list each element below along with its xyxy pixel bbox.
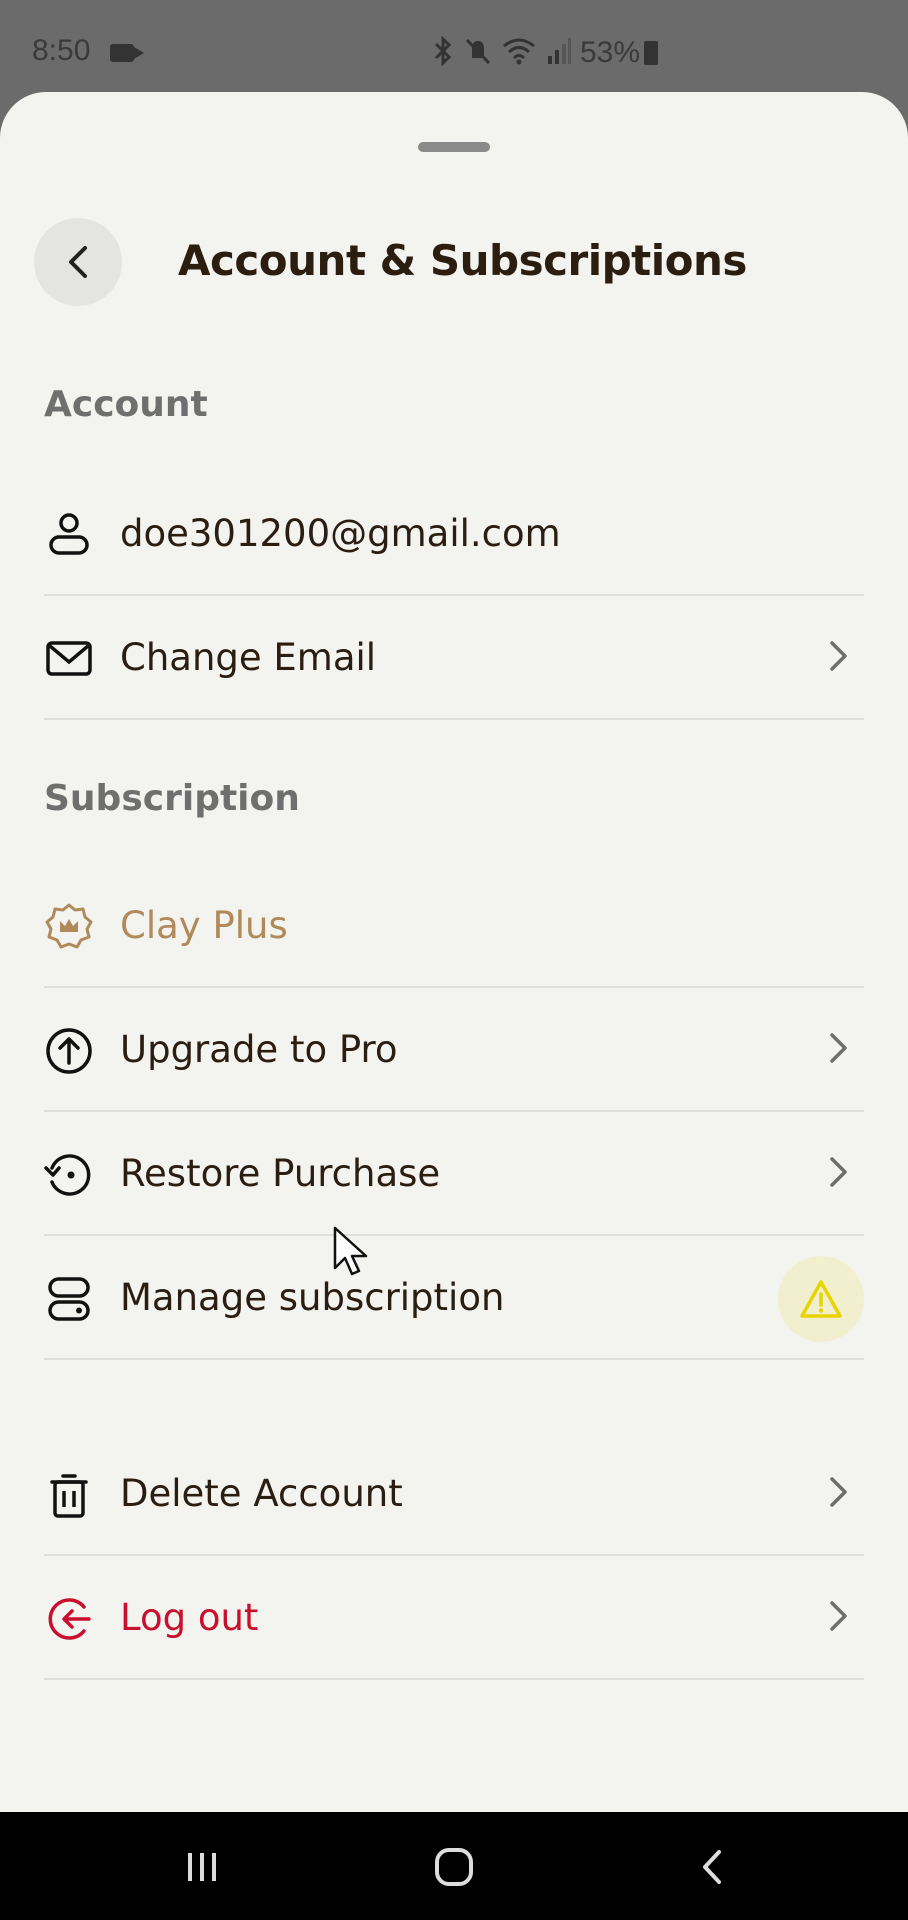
section-title-subscription: Subscription xyxy=(44,778,300,819)
page-title: Account & Subscriptions xyxy=(178,236,747,285)
manage-subscription-row[interactable]: Manage subscription xyxy=(44,1234,864,1360)
mouse-cursor-icon xyxy=(333,1226,368,1276)
delete-account-row[interactable]: Delete Account xyxy=(44,1430,864,1556)
upgrade-pro-label: Upgrade to Pro xyxy=(120,1028,398,1071)
home-icon xyxy=(435,1848,473,1886)
battery-level: 53% xyxy=(580,36,659,70)
mute-icon xyxy=(464,36,492,73)
manage-subscription-label: Manage subscription xyxy=(120,1276,505,1319)
screen: 8:50 53% Account & Subscriptions Account xyxy=(0,0,908,1920)
battery-icon xyxy=(644,41,659,65)
chevron-left-icon xyxy=(69,246,87,278)
change-email-label: Change Email xyxy=(120,636,377,679)
status-icons xyxy=(432,35,572,73)
battery-text: 53% xyxy=(580,36,641,69)
settings-sheet: Account & Subscriptions Account doe30120… xyxy=(0,92,908,1812)
chevron-right-icon xyxy=(820,1154,856,1190)
screen-record-icon xyxy=(110,44,144,62)
system-nav-bar xyxy=(0,1812,908,1920)
logout-icon xyxy=(44,1594,94,1644)
home-button[interactable] xyxy=(424,1842,484,1892)
back-button[interactable] xyxy=(34,218,122,306)
recent-apps-button[interactable] xyxy=(172,1842,232,1892)
upgrade-pro-row[interactable]: Upgrade to Pro xyxy=(44,986,864,1112)
status-time: 8:50 xyxy=(32,34,91,67)
plan-row: Clay Plus xyxy=(44,862,864,988)
history-icon xyxy=(44,1150,94,1200)
sheet-grabber[interactable] xyxy=(418,142,490,152)
back-icon xyxy=(703,1850,721,1884)
user-icon xyxy=(44,510,94,560)
chevron-right-icon xyxy=(820,638,856,674)
restore-purchase-row[interactable]: Restore Purchase xyxy=(44,1110,864,1236)
change-email-row[interactable]: Change Email xyxy=(44,594,864,720)
restore-purchase-label: Restore Purchase xyxy=(120,1152,441,1195)
nav-back-button[interactable] xyxy=(682,1842,742,1892)
mail-icon xyxy=(44,634,94,684)
warning-button[interactable] xyxy=(778,1256,864,1342)
chevron-right-icon xyxy=(820,1474,856,1510)
wifi-icon xyxy=(502,36,536,73)
section-title-account: Account xyxy=(44,384,208,425)
delete-account-label: Delete Account xyxy=(120,1472,403,1515)
chevron-right-icon xyxy=(820,1598,856,1634)
warning-icon xyxy=(800,1280,842,1318)
trash-icon xyxy=(44,1470,94,1520)
account-email-row: doe301200@gmail.com xyxy=(44,470,864,596)
plan-name: Clay Plus xyxy=(120,904,288,947)
bluetooth-icon xyxy=(432,35,454,73)
logout-label: Log out xyxy=(120,1596,259,1639)
account-email: doe301200@gmail.com xyxy=(120,512,561,555)
status-bar: 8:50 53% xyxy=(0,0,908,92)
recent-apps-icon xyxy=(188,1853,216,1881)
arrow-up-circle-icon xyxy=(44,1026,94,1076)
chevron-right-icon xyxy=(820,1030,856,1066)
crown-badge-icon xyxy=(44,902,94,952)
signal-icon xyxy=(546,36,572,73)
toggle-stack-icon xyxy=(44,1274,94,1324)
logout-row[interactable]: Log out xyxy=(44,1554,864,1680)
